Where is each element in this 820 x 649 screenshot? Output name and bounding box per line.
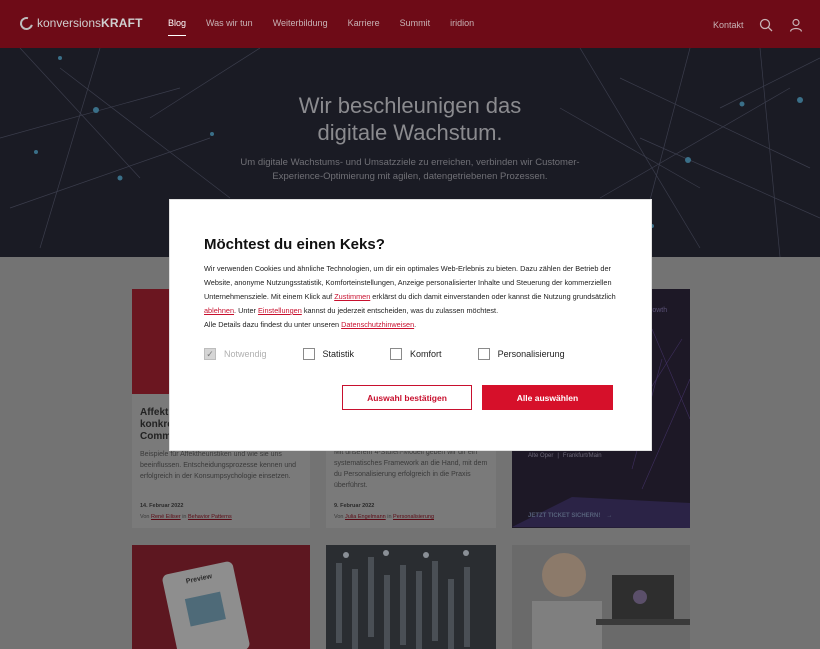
person-laptop-photo: [532, 553, 690, 649]
ad-top-text: rowth: [650, 307, 668, 314]
checkbox-box[interactable]: [477, 348, 490, 360]
site-logo[interactable]: konversionsKRAFT: [17, 14, 143, 32]
category-link[interactable]: Behavior Patterns: [188, 514, 232, 520]
arrow-right-icon: →: [606, 513, 613, 519]
zustimmen-link[interactable]: Zustimmen: [334, 292, 370, 301]
search-icon[interactable]: [758, 17, 774, 33]
nav-item-kontakt[interactable]: Kontakt: [713, 20, 744, 30]
nav-item-karriere[interactable]: Karriere: [348, 18, 380, 28]
logo-text: konversionsKRAFT: [37, 16, 143, 30]
card-excerpt: Mit unserem 4-Stufen-Modell geben wir di…: [334, 449, 488, 489]
event-location: Alte Oper | Frankfurt/Main: [528, 453, 602, 459]
nav-item-iridion[interactable]: iridion: [450, 18, 474, 28]
card-meta: Von René Eiliser in Behavior Patterns: [140, 514, 232, 520]
mixer-console-photo: [336, 550, 470, 649]
checkbox-box[interactable]: [302, 348, 315, 360]
preview-illustration: [184, 591, 226, 627]
nav-item-was-wir-tun[interactable]: Was wir tun: [206, 18, 253, 28]
logo-mark-icon: [17, 14, 36, 32]
ablehnen-link[interactable]: ablehnen: [204, 306, 234, 315]
category-link[interactable]: Personalisierung: [393, 514, 434, 520]
main-nav: Blog Was wir tun Weiterbildung Karriere …: [168, 18, 474, 28]
checkbox-komfort[interactable]: Komfort: [390, 348, 442, 360]
blog-card[interactable]: Preview: [132, 545, 310, 649]
card-meta: Von Julia Engelmann in Personalisierung: [334, 514, 434, 520]
confirm-selection-button[interactable]: Auswahl bestätigen: [342, 385, 472, 410]
dialog-title: Möchtest du einen Keks?: [204, 236, 385, 253]
preview-card-graphic: Preview: [161, 560, 251, 649]
checkbox-notwendig: ✓ Notwendig: [204, 348, 267, 360]
ticket-cta-link[interactable]: JETZT TICKET SICHERN! →: [528, 513, 612, 519]
datenschutz-link[interactable]: Datenschutzhinweisen: [341, 320, 414, 329]
card-excerpt: Beispiele für Affektheuristiken und wie …: [140, 451, 297, 480]
blog-card[interactable]: [326, 545, 496, 649]
nav-item-blog[interactable]: Blog: [168, 18, 186, 28]
top-navigation-bar: konversionsKRAFT Blog Was wir tun Weiter…: [0, 0, 820, 48]
nav-item-weiterbildung[interactable]: Weiterbildung: [273, 18, 328, 28]
checkmark-icon: ✓: [204, 348, 216, 360]
accept-all-button[interactable]: Alle auswählen: [482, 385, 613, 410]
checkbox-personalisierung[interactable]: Personalisierung: [477, 348, 565, 360]
cookie-category-checkboxes: ✓ Notwendig Statistik Komfort Personalis…: [204, 348, 601, 360]
hero-subtitle: Um digitale Wachstums- und Umsatzziele z…: [240, 157, 580, 182]
dialog-body-text: Wir verwenden Cookies und ähnliche Techn…: [204, 264, 616, 329]
user-account-icon[interactable]: [788, 17, 804, 33]
cookie-consent-dialog: Möchtest du einen Keks? Wir verwenden Co…: [170, 200, 651, 450]
card-date: 14. Februar 2022: [140, 503, 184, 509]
nav-item-summit[interactable]: Summit: [400, 18, 431, 28]
blog-card[interactable]: [512, 545, 690, 649]
header-actions: Kontakt: [713, 17, 804, 33]
card-date: 9. Februar 2022: [334, 503, 375, 509]
checkbox-statistik[interactable]: Statistik: [302, 348, 354, 360]
author-link[interactable]: René Eiliser: [151, 514, 181, 520]
einstellungen-link[interactable]: Einstellungen: [258, 306, 302, 315]
author-link[interactable]: Julia Engelmann: [345, 514, 386, 520]
checkbox-box[interactable]: [390, 348, 403, 360]
hero-title: Wir beschleunigen das digitale Wachstum.: [298, 93, 522, 145]
